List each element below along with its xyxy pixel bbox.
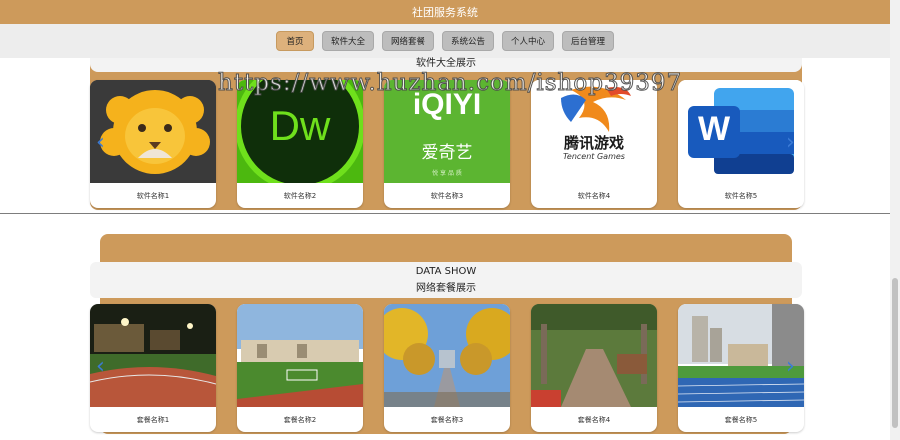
tencent-games-logo-text: 腾讯游戏 bbox=[563, 134, 624, 152]
nav-announcements[interactable]: 系统公告 bbox=[441, 31, 494, 51]
dreamweaver-logo-text: Dw bbox=[269, 102, 331, 149]
watermark-text: https://www.huzhan.com/ishop39397 bbox=[217, 70, 683, 97]
carousel-next-icon[interactable]: › bbox=[786, 356, 795, 378]
software-card[interactable]: iQIYI 爱奇艺 悦 享 品 质 软件名称3 bbox=[384, 80, 510, 208]
package-section-title-en: DATA SHOW bbox=[415, 266, 477, 277]
nav-packages[interactable]: 网络套餐 bbox=[381, 31, 434, 51]
package-name: 套餐名称1 bbox=[136, 415, 170, 424]
software-name: 软件名称3 bbox=[430, 191, 464, 200]
software-name: 软件名称1 bbox=[136, 191, 170, 200]
lion-app-icon bbox=[90, 80, 216, 183]
tencent-games-en-text: Tencent Games bbox=[563, 152, 625, 161]
package-section-title: 网络套餐展示 bbox=[416, 283, 476, 294]
package-name: 套餐名称5 bbox=[724, 415, 758, 424]
package-carousel: 套餐名称1 套餐名称2 套餐名称3 套餐名称4 套餐名称5 ‹ › bbox=[90, 304, 804, 434]
package-card[interactable]: 套餐名称1 bbox=[90, 304, 216, 432]
software-name: 软件名称5 bbox=[724, 191, 758, 200]
carousel-prev-icon[interactable]: ‹ bbox=[96, 356, 105, 378]
carousel-next-icon[interactable]: › bbox=[786, 132, 795, 154]
software-card[interactable]: 腾讯游戏 Tencent Games 软件名称4 bbox=[531, 80, 657, 208]
app-title: 社团服务系统 bbox=[412, 6, 478, 19]
package-card[interactable]: 套餐名称2 bbox=[237, 304, 363, 432]
night-stadium-photo bbox=[90, 304, 216, 407]
nav-home[interactable]: 首页 bbox=[275, 31, 314, 51]
ginkgo-avenue-photo bbox=[384, 304, 510, 407]
software-card[interactable]: 软件名称1 bbox=[90, 80, 216, 208]
iqiyi-chinese-text: 爱奇艺 bbox=[421, 143, 473, 163]
iqiyi-tagline: 悦 享 品 质 bbox=[432, 170, 462, 177]
nav-software[interactable]: 软件大全 bbox=[321, 31, 374, 51]
campus-field-photo bbox=[237, 304, 363, 407]
word-logo-text: W bbox=[697, 110, 731, 148]
wisteria-corridor-photo bbox=[531, 304, 657, 407]
section-divider bbox=[0, 213, 890, 214]
nav-profile[interactable]: 个人中心 bbox=[502, 31, 555, 51]
package-section-header: DATA SHOW 网络套餐展示 bbox=[90, 262, 802, 298]
nav-admin[interactable]: 后台管理 bbox=[562, 31, 615, 51]
package-name: 套餐名称4 bbox=[577, 415, 611, 424]
carousel-prev-icon[interactable]: ‹ bbox=[96, 132, 105, 154]
page-scrollbar[interactable] bbox=[890, 0, 900, 440]
package-card[interactable]: 套餐名称3 bbox=[384, 304, 510, 432]
app-header: 社团服务系统 bbox=[0, 0, 890, 24]
software-card[interactable]: Dw 软件名称2 bbox=[237, 80, 363, 208]
software-name: 软件名称4 bbox=[577, 191, 611, 200]
main-nav: 首页 软件大全 网络套餐 系统公告 个人中心 后台管理 bbox=[0, 24, 890, 58]
software-carousel: 软件名称1 Dw 软件名称2 iQIYI 爱奇艺 悦 享 品 质 软件名称3 腾… bbox=[90, 80, 804, 210]
software-section-title: 软件大全展示 bbox=[416, 58, 476, 69]
package-name: 套餐名称2 bbox=[283, 415, 317, 424]
package-name: 套餐名称3 bbox=[430, 415, 464, 424]
package-card[interactable]: 套餐名称4 bbox=[531, 304, 657, 432]
software-name: 软件名称2 bbox=[283, 191, 317, 200]
scrollbar-thumb[interactable] bbox=[892, 278, 898, 428]
